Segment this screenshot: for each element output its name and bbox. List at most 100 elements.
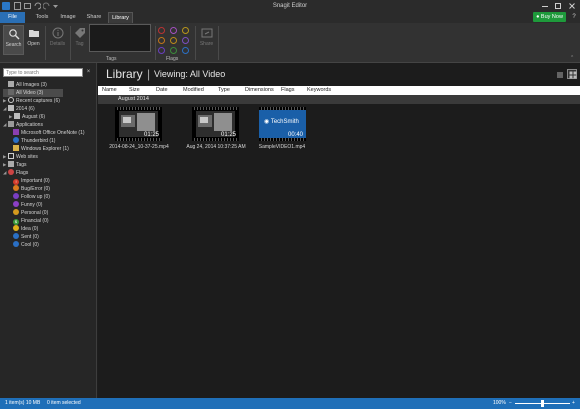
flag-important-icon[interactable] (158, 27, 165, 34)
filmstrip (192, 138, 239, 141)
ribbon-tabs: File Tools Image Share Library (0, 12, 580, 23)
explorer-icon (13, 145, 19, 151)
status-selected: 0 item selected (47, 400, 81, 406)
filmstrip (115, 138, 162, 141)
close-button[interactable] (567, 1, 577, 11)
tree-item-flag-sent[interactable]: Sent (0) (13, 233, 39, 241)
flag-sent-icon[interactable] (182, 37, 189, 44)
techsmith-logo: ◉ TechSmith (264, 119, 299, 125)
status-item-count: 1 item(s) 10 MB (5, 400, 41, 406)
ribbon-separator (218, 26, 219, 60)
filmstrip (259, 138, 306, 141)
tree-item-flags[interactable]: ◢ Flags (3, 169, 28, 177)
web-icon (8, 153, 14, 159)
library-title: Library (106, 67, 143, 81)
minimize-button[interactable] (540, 1, 550, 11)
video-thumbnail[interactable]: ◉ TechSmith 00:40 (259, 107, 306, 141)
date-group-header[interactable]: August 2014 (98, 95, 580, 104)
onenote-icon (13, 129, 19, 135)
zoom-slider-thumb[interactable] (541, 400, 544, 407)
flag-idea-icon[interactable] (182, 27, 189, 34)
library-navigation: × All Images (3) All Video (3) ▶Recent c… (0, 63, 97, 398)
tree-item-flag-followup[interactable]: Follow up (0) (13, 193, 50, 201)
tree-item-websites[interactable]: ▶ Web sites (3, 153, 38, 161)
tab-library[interactable]: Library (108, 12, 133, 23)
search-input[interactable] (3, 68, 83, 77)
viewing-label: Viewing: All Video (154, 69, 226, 79)
filmstrip (259, 107, 306, 110)
thunderbird-icon (13, 137, 19, 143)
tab-tools[interactable]: Tools (31, 12, 53, 23)
tree-item-flag-bug[interactable]: Bug/Error (0) (13, 185, 50, 193)
details-view-button[interactable] (554, 69, 564, 79)
flag-bug-icon (13, 185, 19, 191)
thumbnail-view-button[interactable] (567, 69, 577, 79)
zoom-in-button[interactable]: + (572, 398, 575, 409)
calendar-icon (14, 113, 20, 119)
tree-item-all-images[interactable]: All Images (3) (3, 81, 47, 89)
column-name[interactable]: Name (102, 86, 117, 95)
zoom-out-button[interactable]: − (509, 398, 512, 409)
tree-item-app-onenote[interactable]: Microsoft Office OneNote (1) (13, 129, 85, 137)
tag-button[interactable]: Tag (71, 25, 88, 55)
column-keywords[interactable]: Keywords (307, 86, 331, 95)
tags-list[interactable] (89, 24, 151, 52)
tree-item-flag-personal[interactable]: Personal (0) (13, 209, 48, 217)
share-button[interactable]: Share (197, 25, 216, 55)
tree-item-month[interactable]: ▶ August (6) (9, 113, 45, 121)
flag-followup-icon[interactable] (158, 47, 165, 54)
clear-search-icon[interactable]: × (84, 68, 93, 77)
video-thumbnail[interactable]: 01:25 (192, 107, 239, 141)
help-icon[interactable]: ? (570, 13, 578, 21)
collapse-ribbon-icon[interactable]: ⌃ (570, 55, 574, 61)
tree-item-all-video[interactable]: All Video (3) (3, 89, 63, 97)
tree-item-tags[interactable]: ▶ Tags (3, 161, 27, 169)
video-duration: 01:25 (220, 132, 236, 138)
flag-personal-icon[interactable] (170, 37, 177, 44)
video-duration: 01:25 (143, 132, 159, 138)
zoom-slider[interactable] (515, 400, 570, 407)
window-title: Snagit Editor (272, 3, 308, 9)
ribbon-library: Search Open Details Tag Tags Flags Share… (0, 23, 580, 63)
thumbnail-caption: SampleVIDEO1.mp4 (258, 144, 306, 150)
flag-funny-icon[interactable] (170, 27, 177, 34)
tab-image[interactable]: Image (57, 12, 79, 23)
column-type[interactable]: Type (218, 86, 230, 95)
column-flags[interactable]: Flags (281, 86, 294, 95)
column-modified[interactable]: Modified (183, 86, 204, 95)
tree-item-flag-funny[interactable]: Funny (0) (13, 201, 42, 209)
cart-icon: ● (536, 14, 540, 20)
tree-item-recent[interactable]: ▶ Recent captures (6) (3, 97, 60, 105)
flag-personal-icon (13, 209, 19, 215)
tab-share[interactable]: Share (83, 12, 105, 23)
tree-item-flag-important[interactable]: ! Important (0) (13, 177, 50, 185)
tree-item-app-thunderbird[interactable]: Thunderbird (1) (13, 137, 55, 145)
video-thumbnail[interactable]: 01:25 (115, 107, 162, 141)
tag-icon (74, 28, 85, 38)
flag-cool-icon[interactable] (182, 47, 189, 54)
column-dimensions[interactable]: Dimensions (245, 86, 274, 95)
tree-item-flag-idea[interactable]: Idea (0) (13, 225, 38, 233)
flag-bug-icon[interactable] (158, 37, 165, 44)
tree-item-applications[interactable]: ◢ Applications (3, 121, 43, 129)
open-button[interactable]: Open (24, 25, 43, 55)
flag-financial-icon[interactable] (170, 47, 177, 54)
tree-item-app-explorer[interactable]: Windows Explorer (1) (13, 145, 69, 153)
search-button[interactable]: Search (3, 25, 24, 55)
tree-item-flag-cool[interactable]: Cool (0) (13, 241, 39, 249)
zoom-level[interactable]: 100% (493, 398, 506, 409)
maximize-button[interactable] (553, 1, 563, 11)
flag-cool-icon (13, 241, 19, 247)
tags-group-label: Tags (106, 56, 117, 62)
buy-now-button[interactable]: ● Buy Now (533, 12, 566, 22)
tab-file[interactable]: File (0, 12, 25, 23)
column-date[interactable]: Date (156, 86, 168, 95)
thumbnail-caption: Aug 24, 2014 10:37:25 AM (186, 144, 246, 150)
column-size[interactable]: Size (129, 86, 140, 95)
tree-item-flag-financial[interactable]: $ Financial (0) (13, 217, 49, 225)
thumbnail-caption: 2014-08-24_10-37-25.mp4 (109, 144, 169, 150)
details-button[interactable]: Details (47, 25, 68, 55)
tree-item-year[interactable]: ◢ 2014 (6) (3, 105, 35, 113)
applications-icon (8, 121, 14, 127)
search-icon (8, 29, 19, 40)
